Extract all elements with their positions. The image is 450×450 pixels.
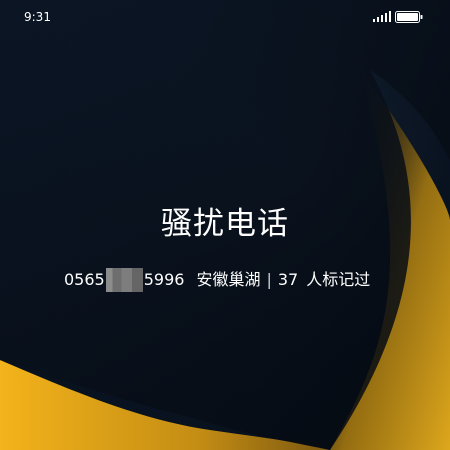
report-label: 人标记过 <box>306 270 371 289</box>
caller-location: 安徽巢湖 <box>196 270 261 289</box>
caller-info: 0565 5996 安徽巢湖 | 37 人标记过 <box>64 268 371 292</box>
report-count: 37 <box>277 270 299 289</box>
status-bar: 9:31 <box>0 0 450 36</box>
info-separator: | <box>266 270 272 289</box>
status-time: 9:31 <box>24 10 51 24</box>
call-type-title: 骚扰电话 <box>161 206 289 242</box>
phone-number-suffix: 5996 <box>143 270 185 289</box>
phone-number-prefix: 0565 <box>64 270 105 289</box>
signal-icon <box>373 11 391 22</box>
incoming-call-screen: 9:31 骚扰电话 0565 5996 安徽巢湖 | 37 人标记过 <box>0 0 450 450</box>
battery-icon <box>395 11 423 23</box>
masked-digits <box>105 268 143 292</box>
